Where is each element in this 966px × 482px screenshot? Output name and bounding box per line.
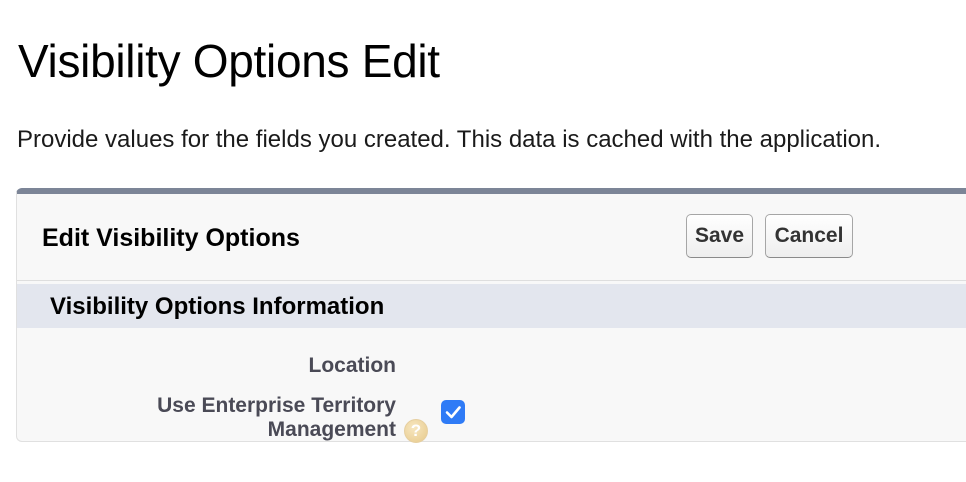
- checkmark-icon: [445, 406, 461, 419]
- panel-header: Edit Visibility Options Save Cancel: [17, 194, 966, 281]
- territory-management-checkbox[interactable]: [441, 400, 465, 424]
- save-button[interactable]: Save: [686, 214, 753, 258]
- location-label: Location: [308, 354, 397, 377]
- page-title: Visibility Options Edit: [18, 35, 440, 87]
- territory-management-label: Use Enterprise Territory Management: [157, 394, 396, 442]
- section-title: Visibility Options Information: [50, 293, 385, 320]
- section-header: Visibility Options Information: [17, 284, 966, 328]
- panel-title: Edit Visibility Options: [42, 224, 300, 252]
- territory-label-line2: Management: [267, 418, 396, 442]
- territory-label-line1: Use Enterprise Territory: [157, 394, 396, 417]
- cancel-button[interactable]: Cancel: [765, 214, 853, 258]
- edit-panel: Edit Visibility Options Save Cancel Visi…: [16, 188, 966, 443]
- page-description: Provide values for the fields you create…: [17, 126, 882, 153]
- help-icon[interactable]: ?: [404, 419, 428, 443]
